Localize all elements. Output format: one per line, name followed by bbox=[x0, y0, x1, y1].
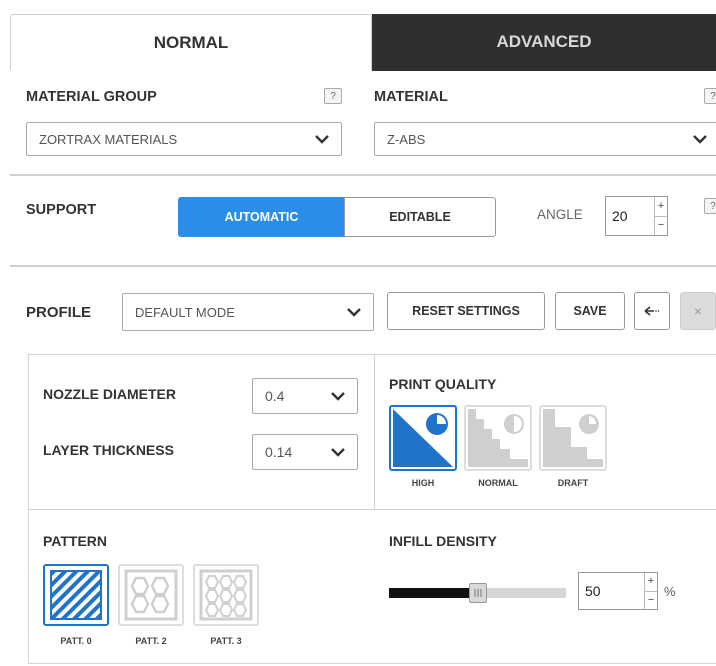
pattern-2-option[interactable] bbox=[118, 564, 184, 626]
normal-quality-icon bbox=[468, 409, 528, 467]
material-group-select[interactable]: ZORTRAX MATERIALS bbox=[26, 122, 342, 156]
angle-increment-button[interactable]: + bbox=[655, 197, 667, 217]
infill-unit: % bbox=[664, 584, 676, 599]
pattern-2-label: PATT. 2 bbox=[135, 636, 167, 646]
profile-select[interactable]: DEFAULT MODE bbox=[122, 293, 374, 331]
grip-icon bbox=[474, 589, 481, 597]
pattern-3-option[interactable] bbox=[193, 564, 259, 626]
chevron-down-icon bbox=[331, 448, 345, 457]
divider bbox=[10, 174, 716, 176]
quality-draft-label: DRAFT bbox=[557, 478, 589, 488]
chevron-down-icon bbox=[315, 135, 329, 144]
layer-thickness-label: LAYER THICKNESS bbox=[43, 442, 174, 458]
tab-advanced[interactable]: ADVANCED bbox=[372, 14, 716, 70]
support-automatic-button[interactable]: AUTOMATIC bbox=[178, 197, 345, 237]
pattern-3-label: PATT. 3 bbox=[210, 636, 242, 646]
material-group-label: MATERIAL GROUP bbox=[26, 89, 157, 105]
infill-increment-button[interactable]: + bbox=[645, 573, 657, 592]
material-group-help-icon[interactable]: ? bbox=[324, 88, 342, 104]
material-group-value: ZORTRAX MATERIALS bbox=[39, 131, 178, 147]
back-arrow-icon bbox=[644, 306, 660, 316]
hexagon-pattern-icon bbox=[124, 569, 178, 621]
material-label: MATERIAL bbox=[374, 89, 448, 105]
material-select[interactable]: Z-ABS bbox=[374, 122, 716, 156]
profile-label: PROFILE bbox=[26, 304, 92, 321]
material-value: Z-ABS bbox=[387, 131, 426, 147]
material-help-icon[interactable]: ? bbox=[704, 88, 716, 104]
pattern-label: PATTERN bbox=[43, 533, 108, 549]
top-bar bbox=[0, 0, 716, 14]
quality-high-label: HIGH bbox=[411, 478, 435, 488]
diagonal-pattern-icon bbox=[50, 570, 102, 620]
chevron-down-icon bbox=[693, 135, 707, 144]
reset-settings-button[interactable]: RESET SETTINGS bbox=[387, 292, 545, 330]
support-editable-button[interactable]: EDITABLE bbox=[344, 197, 496, 237]
high-quality-icon bbox=[393, 409, 453, 467]
quality-draft-option[interactable] bbox=[539, 405, 607, 471]
divider bbox=[28, 509, 716, 510]
save-button[interactable]: SAVE bbox=[555, 292, 625, 330]
nozzle-diameter-label: NOZZLE DIAMETER bbox=[43, 386, 176, 402]
small-hexagon-pattern-icon bbox=[199, 569, 253, 621]
layer-thickness-value: 0.14 bbox=[265, 444, 293, 460]
quality-normal-label: NORMAL bbox=[478, 478, 518, 488]
angle-stepper[interactable]: 20 + − bbox=[605, 196, 668, 236]
print-quality-label: PRINT QUALITY bbox=[389, 376, 497, 392]
back-arrow-button[interactable] bbox=[634, 292, 670, 330]
draft-quality-icon bbox=[543, 409, 603, 467]
tab-normal[interactable]: NORMAL bbox=[10, 14, 372, 70]
quality-normal-option[interactable] bbox=[464, 405, 532, 471]
support-label: SUPPORT bbox=[26, 202, 97, 218]
infill-slider-fill bbox=[389, 588, 478, 598]
infill-density-label: INFILL DENSITY bbox=[389, 533, 497, 549]
infill-slider-track[interactable] bbox=[389, 583, 566, 603]
divider bbox=[374, 354, 375, 510]
pattern-0-option[interactable] bbox=[43, 564, 109, 626]
chevron-down-icon bbox=[331, 392, 345, 401]
support-help-icon[interactable]: ? bbox=[704, 198, 716, 214]
angle-label: ANGLE bbox=[537, 207, 583, 222]
infill-slider-thumb[interactable] bbox=[468, 583, 487, 603]
tab-underline bbox=[372, 69, 716, 71]
infill-density-value[interactable]: 50 bbox=[579, 573, 644, 609]
divider bbox=[10, 265, 716, 267]
profile-value: DEFAULT MODE bbox=[135, 304, 235, 320]
pattern-0-label: PATT. 0 bbox=[60, 636, 92, 646]
nozzle-diameter-value: 0.4 bbox=[265, 388, 285, 404]
layer-thickness-select[interactable]: 0.14 bbox=[252, 434, 358, 470]
angle-decrement-button[interactable]: − bbox=[655, 217, 667, 236]
infill-decrement-button[interactable]: − bbox=[645, 592, 657, 610]
chevron-down-icon bbox=[347, 308, 361, 317]
angle-value[interactable]: 20 bbox=[606, 197, 654, 235]
infill-density-stepper[interactable]: 50 + − bbox=[578, 572, 658, 610]
close-button[interactable]: × bbox=[680, 292, 716, 330]
nozzle-diameter-select[interactable]: 0.4 bbox=[252, 378, 358, 414]
quality-high-option[interactable] bbox=[389, 405, 457, 471]
